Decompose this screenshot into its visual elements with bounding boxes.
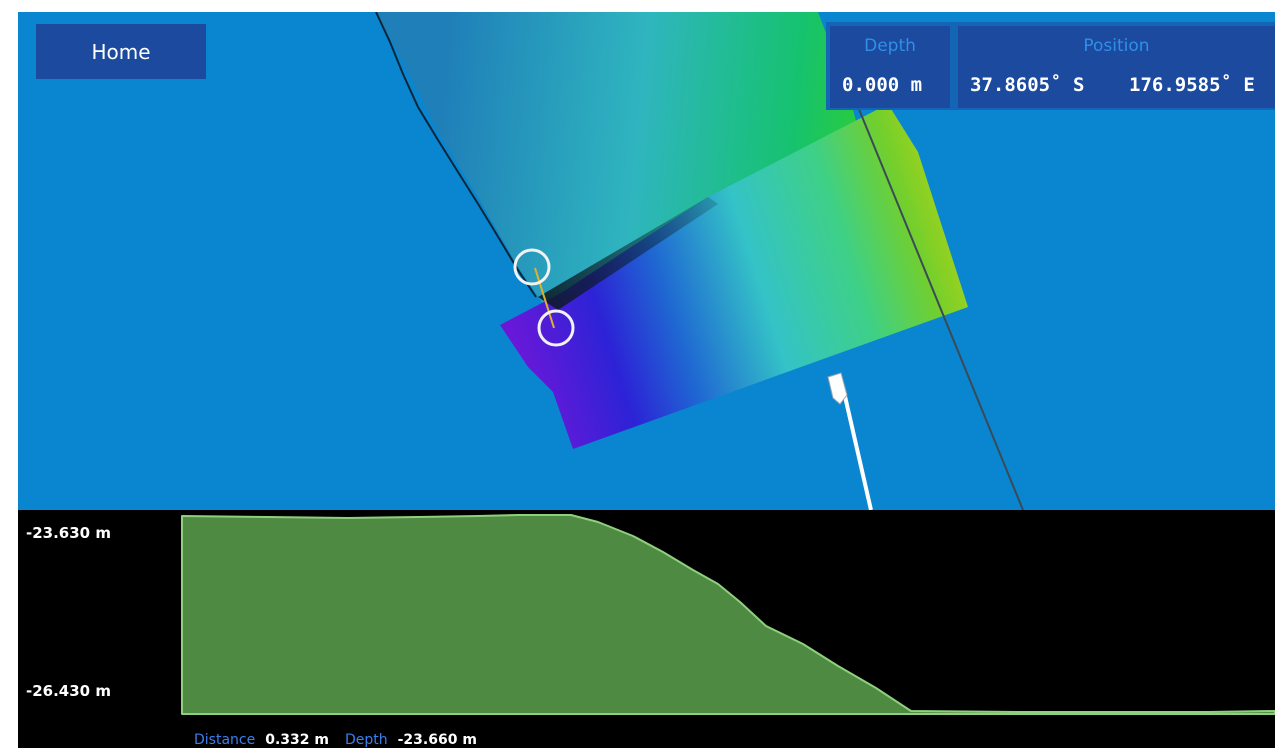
map-view[interactable]: Home Depth 0.000 m Position 37.8605˚ S 1… bbox=[18, 12, 1275, 510]
depth-label: Depth bbox=[864, 36, 916, 56]
depth-profile-panel[interactable]: -23.630 m -26.430 m Distance 0.332 m Depth… bbox=[18, 512, 1275, 748]
profile-axis-top: -23.630 m bbox=[26, 524, 111, 542]
longitude-value: 176.9585˚ E bbox=[1129, 74, 1255, 96]
boat-icon[interactable] bbox=[827, 372, 873, 510]
depth-panel: Depth 0.000 m bbox=[830, 26, 950, 108]
profile-area bbox=[181, 514, 1275, 715]
info-bar: Depth 0.000 m Position 37.8605˚ S 176.95… bbox=[826, 22, 1275, 110]
latitude-value: 37.8605˚ S bbox=[970, 74, 1085, 96]
profile-readout: Distance 0.332 m Depth -23.660 m bbox=[194, 732, 493, 748]
readout-depth-value: -23.660 m bbox=[397, 732, 477, 748]
depth-value: 0.000 m bbox=[842, 74, 923, 96]
home-button[interactable]: Home bbox=[36, 24, 206, 79]
depth-profile-graph[interactable] bbox=[18, 512, 1275, 748]
readout-depth-label: Depth bbox=[344, 732, 388, 748]
distance-value: 0.332 m bbox=[265, 732, 329, 748]
position-label: Position bbox=[1083, 36, 1150, 56]
app-window: Home Depth 0.000 m Position 37.8605˚ S 1… bbox=[18, 12, 1275, 748]
profile-axis-bottom: -26.430 m bbox=[26, 682, 111, 700]
position-panel: Position 37.8605˚ S 176.9585˚ E bbox=[958, 26, 1275, 108]
distance-label: Distance bbox=[194, 732, 256, 748]
